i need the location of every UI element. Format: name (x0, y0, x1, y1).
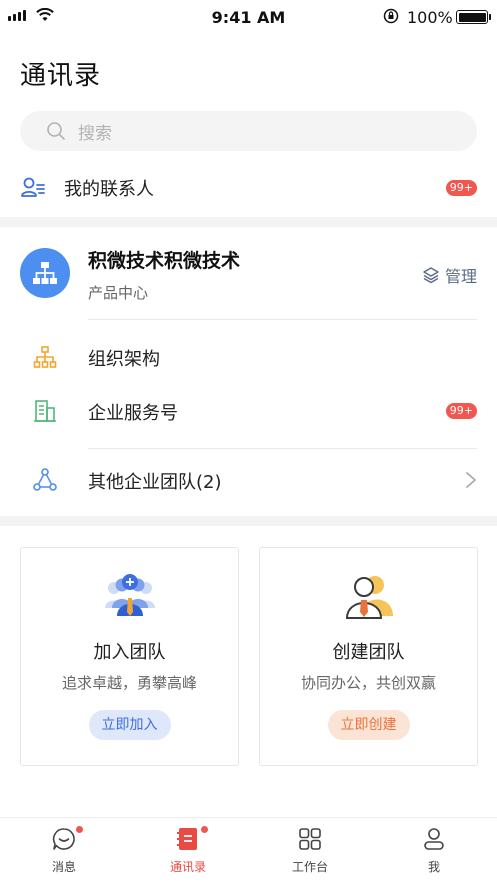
search-icon (47, 122, 65, 140)
service-accounts-badge: 99+ (445, 403, 477, 419)
battery-percentage: 100% (407, 8, 453, 27)
tab-me-label: 我 (427, 860, 440, 874)
my-contacts-row[interactable]: 我的联系人 99+ (0, 170, 497, 206)
tab-workbench[interactable]: 工作台 (270, 826, 350, 875)
org-name: 积微技术积微技术 (88, 250, 241, 272)
manage-label: 管理 (444, 267, 477, 286)
tab-contacts-label: 通讯录 (169, 860, 206, 874)
org-chart-icon (33, 262, 57, 284)
search-placeholder: 搜索 (78, 123, 112, 144)
chevron-right-icon (466, 472, 476, 488)
divider-line (88, 319, 477, 320)
join-team-icon (104, 574, 155, 616)
service-accounts-row[interactable]: 企业服务号 99+ (0, 390, 497, 432)
tab-messages[interactable]: 消息 (24, 826, 104, 875)
layers-icon (423, 267, 439, 284)
divider-line (88, 448, 477, 449)
tab-contacts[interactable]: 通讯录 (148, 826, 228, 875)
user-icon (424, 828, 444, 850)
battery-icon (456, 10, 491, 24)
section-divider (0, 516, 497, 526)
join-team-title: 加入团队 (93, 642, 166, 663)
create-now-button[interactable]: 立即创建 (327, 710, 410, 740)
search-input[interactable]: 搜索 (20, 111, 477, 151)
org-structure-icon (33, 346, 57, 368)
other-teams-label: 其他企业团队(2) (88, 472, 222, 493)
join-now-button[interactable]: 立即加入 (88, 710, 171, 740)
org-structure-label: 组织架构 (88, 349, 160, 370)
unread-dot (201, 826, 208, 833)
join-team-card[interactable]: 加入团队 追求卓越，勇攀高峰 立即加入 (20, 547, 239, 766)
page-title: 通讯录 (20, 61, 102, 91)
rotation-lock-icon (383, 8, 399, 24)
create-team-subtitle: 协同办公，共创双赢 (300, 674, 436, 692)
create-team-title: 创建团队 (332, 642, 405, 663)
org-avatar[interactable] (20, 248, 70, 298)
grid-apps-icon (299, 828, 321, 850)
chat-bubble-icon (52, 828, 75, 850)
unread-dot (76, 826, 83, 833)
create-team-icon (345, 576, 393, 619)
org-structure-row[interactable]: 组织架构 (0, 336, 497, 378)
join-team-subtitle: 追求卓越，勇攀高峰 (61, 674, 197, 692)
tab-workbench-label: 工作台 (291, 860, 328, 874)
tab-me[interactable]: 我 (394, 826, 474, 875)
service-accounts-label: 企业服务号 (88, 403, 178, 424)
team-network-icon (33, 468, 57, 491)
org-department: 产品中心 (88, 284, 149, 302)
my-contacts-badge: 99+ (445, 180, 477, 196)
building-icon (34, 400, 56, 422)
tab-messages-label: 消息 (51, 860, 76, 874)
status-bar: 9:41 AM 100% (0, 0, 497, 34)
contacts-icon (21, 177, 45, 197)
address-book-icon (177, 828, 197, 850)
create-team-card[interactable]: 创建团队 协同办公，共创双赢 立即创建 (259, 547, 478, 766)
tab-bar: 消息 通讯录 工作台 我 (0, 817, 497, 883)
section-divider (0, 217, 497, 227)
other-teams-row[interactable]: 其他企业团队(2) (0, 458, 497, 502)
my-contacts-label: 我的联系人 (64, 179, 154, 200)
manage-button[interactable]: 管理 (422, 263, 477, 287)
